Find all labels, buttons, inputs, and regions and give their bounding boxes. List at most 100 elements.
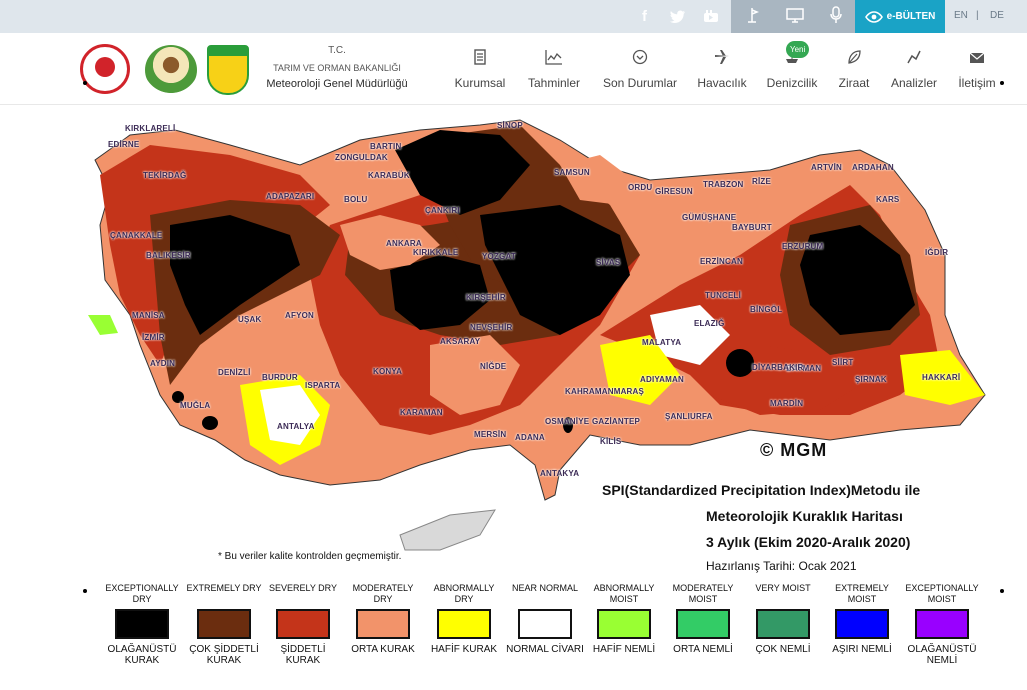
legend-swatch — [518, 609, 572, 639]
legend-label-tr: OLAĞANÜSTÜ NEMLİ — [907, 644, 977, 666]
lang-en-link[interactable]: EN — [954, 10, 968, 21]
legend-label-tr: ÇOK NEMLİ — [755, 644, 811, 655]
nav-kurumsal[interactable]: Kurumsal — [450, 33, 510, 105]
city-label: IĞDIR — [925, 248, 949, 257]
nav-son-durumlar[interactable]: Son Durumlar — [598, 33, 682, 105]
city-label: KAHRAMANMARAŞ — [565, 387, 645, 396]
nav-ziraat[interactable]: Ziraat — [832, 33, 876, 105]
nav-label: Analizler — [890, 75, 938, 90]
ministry-logo[interactable] — [80, 44, 130, 94]
lang-separator: | — [976, 10, 979, 21]
city-label: KİLİS — [600, 437, 622, 446]
legend-label-en: EXCEPTIONALLY DRY — [105, 583, 179, 604]
city-label: MUĞLA — [180, 401, 211, 410]
city-label: NİĞDE — [480, 362, 507, 371]
legend-label-tr: ÇOK ŞİDDETLİ KURAK — [189, 644, 259, 666]
city-label: ARDAHAN — [852, 163, 894, 172]
airplane-icon — [714, 49, 730, 71]
lang-de-link[interactable]: DE — [990, 10, 1004, 21]
legend-label-en: ABNORMALLY DRY — [433, 583, 495, 604]
nav-label: Kurumsal — [454, 75, 506, 90]
legend-label-en: VERY MOIST — [755, 583, 811, 593]
map-title-1: SPI(Standardized Precipitation Index)Met… — [602, 482, 921, 498]
nav-analizler[interactable]: Analizler — [886, 33, 942, 105]
city-label: DENİZLİ — [218, 368, 251, 377]
legend-swatch — [756, 609, 810, 639]
city-label: DİYARBAKIR — [752, 363, 804, 372]
city-label: BAYBURT — [732, 223, 772, 232]
city-label: SİVAS — [596, 258, 621, 267]
legend-swatch — [676, 609, 730, 639]
nav-label: Son Durumlar — [602, 75, 678, 90]
weather-station-icon[interactable] — [743, 7, 761, 27]
city-label: ZONGULDAK — [335, 153, 388, 162]
nav-label: İletişim — [958, 75, 996, 90]
nav-tahminler[interactable]: Tahminler — [522, 33, 586, 105]
facebook-icon[interactable]: f — [628, 0, 661, 33]
city-label: AFYON — [285, 311, 314, 320]
city-label: BARTIN — [370, 142, 402, 151]
nav-havacilik[interactable]: Havacılık — [694, 33, 750, 105]
legend-item-abnormally-dry: ABNORMALLY DRY HAFİF KURAK — [424, 583, 504, 655]
organization-name[interactable]: T.C. TARIM VE ORMAN BAKANLIĞI Meteoroloj… — [254, 45, 420, 90]
city-label: RİZE — [752, 177, 772, 186]
city-label: TUNCELİ — [705, 291, 742, 300]
microphone-icon[interactable] — [829, 5, 843, 28]
city-label: ELAZIĞ — [694, 319, 725, 328]
legend-label-en: MODERATELY MOIST — [672, 583, 734, 604]
legend-label-en: NEAR NORMAL — [511, 583, 578, 593]
top-utility-bar: f e-BÜLTEN EN | DE — [0, 0, 1027, 33]
legend-label-tr: ORTA KURAK — [351, 644, 415, 655]
nav-denizcilik[interactable]: Yeni Denizcilik — [762, 33, 822, 105]
legend-label-tr: HAFİF NEMLİ — [592, 644, 656, 655]
twitter-icon[interactable] — [661, 0, 694, 33]
city-label: ANTAKYA — [540, 469, 580, 478]
legend-label-en: ABNORMALLY MOIST — [593, 583, 655, 604]
city-label: BİNGÖL — [750, 305, 783, 314]
legend-swatch — [915, 609, 969, 639]
youtube-icon[interactable] — [694, 0, 727, 33]
nav-label: Denizcilik — [766, 75, 818, 90]
analysis-icon — [906, 49, 922, 71]
legend-swatch — [276, 609, 330, 639]
org-line-3: Meteoroloji Genel Müdürlüğü — [266, 78, 408, 90]
legend-swatch — [437, 609, 491, 639]
legend-item-severely-dry: SEVERELY DRY ŞİDDETLİ KURAK — [263, 583, 343, 666]
legend-label-en: SEVERELY DRY — [268, 583, 338, 593]
legend-label-tr: ORTA NEMLİ — [673, 644, 733, 655]
city-label: AKSARAY — [440, 337, 481, 346]
chart-icon — [545, 49, 563, 71]
city-label: TRABZON — [703, 180, 744, 189]
legend-label-tr: NORMAL CİVARI — [506, 644, 584, 655]
city-label: ÇANKIRI — [425, 206, 460, 215]
ebulten-button[interactable]: e-BÜLTEN — [855, 0, 945, 33]
legend-label-tr: AŞIRI NEMLİ — [832, 644, 892, 655]
city-label: AYDIN — [150, 359, 176, 368]
city-label: HAKKARİ — [922, 373, 961, 382]
nav-label: Ziraat — [838, 75, 870, 90]
legend-label-tr: HAFİF KURAK — [430, 644, 498, 655]
legend-swatch — [197, 609, 251, 639]
legend-swatch — [356, 609, 410, 639]
city-label: GAZİANTEP — [592, 417, 641, 426]
city-label: İZMİR — [142, 333, 165, 342]
city-label: KARAMAN — [400, 408, 443, 417]
legend-swatch — [115, 609, 169, 639]
city-label: YOZGAT — [482, 252, 516, 261]
forestry-logo[interactable] — [145, 45, 197, 95]
city-label: NEVŞEHİR — [470, 323, 513, 332]
corner-marker — [1000, 589, 1004, 593]
nav-label: Havacılık — [697, 75, 747, 90]
mgm-logo[interactable] — [207, 45, 249, 95]
ebulten-label: e-BÜLTEN — [886, 11, 936, 22]
city-label: KARABÜK — [368, 171, 410, 180]
city-label: ŞANLIURFA — [665, 412, 713, 421]
city-label: ANTALYA — [277, 422, 315, 431]
leaf-icon — [846, 49, 862, 71]
legend-label-en: EXTREMELY MOIST — [835, 583, 889, 604]
nav-iletisim[interactable]: İletişim — [952, 33, 1002, 105]
city-label: BURDUR — [262, 373, 298, 382]
monitor-icon[interactable] — [785, 7, 805, 27]
city-label: GÜMÜŞHANE — [682, 213, 737, 222]
org-line-2: TARIM VE ORMAN BAKANLIĞI — [273, 63, 401, 73]
